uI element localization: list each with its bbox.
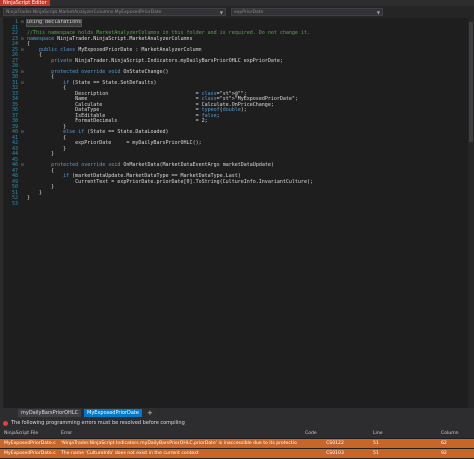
status-message: The following programming errors must be… xyxy=(11,420,185,426)
tab-mydailybarspriorohlc[interactable]: myDailyBarsPriorOHLC xyxy=(18,409,82,417)
chevron-down-icon: ▼ xyxy=(219,10,223,15)
error-list: NinjaScript File Error Code Line Column … xyxy=(0,429,474,459)
compile-status-bar: The following programming errors must be… xyxy=(0,418,474,429)
code-editor[interactable]: 1 ⊟ using declarations 21 22//This namespace… xyxy=(0,18,474,408)
error-message: The name 'CultureInfo' does not exist in… xyxy=(61,451,199,456)
error-column: 62 xyxy=(441,441,447,446)
tab-strip: myDailyBarsPriorOHLC MyExposedPriorDate … xyxy=(0,408,474,418)
error-line: 51 xyxy=(373,451,379,456)
column-header-error[interactable]: Error xyxy=(61,429,297,438)
column-header-file[interactable]: NinjaScript File xyxy=(4,429,56,438)
member-dropdown[interactable]: expPriorDate ▼ xyxy=(231,8,383,16)
vertical-scrollbar[interactable] xyxy=(468,18,474,408)
error-code: CS0103 xyxy=(326,451,344,456)
error-message: 'NinjaTrader.NinjaScript.Indicators.myDa… xyxy=(61,441,297,446)
navigation-bar: NinjaTrader.NinjaScript.MarketAnalyzerCo… xyxy=(0,6,474,18)
error-column: 92 xyxy=(441,451,447,456)
column-header-code[interactable]: Code xyxy=(305,429,365,438)
error-row[interactable]: MyExposedPriorDate.cs 'NinjaTrader.Ninja… xyxy=(0,438,474,448)
scrollbar-thumb[interactable] xyxy=(469,22,473,142)
error-list-header: NinjaScript File Error Code Line Column xyxy=(0,429,474,438)
code-line[interactable]: 53 xyxy=(0,200,468,208)
line-number: 53 xyxy=(11,200,18,207)
error-row[interactable]: MyExposedPriorDate.cs The name 'CultureI… xyxy=(0,448,474,458)
member-dropdown-label: expPriorDate xyxy=(234,10,264,15)
error-code: CS0122 xyxy=(326,441,344,446)
type-dropdown[interactable]: NinjaTrader.NinjaScript.MarketAnalyzerCo… xyxy=(3,8,226,16)
error-icon xyxy=(3,421,8,426)
column-header-column[interactable]: Column xyxy=(441,429,471,438)
error-file: MyExposedPriorDate.cs xyxy=(4,451,56,456)
add-tab-icon[interactable]: + xyxy=(144,409,156,417)
column-header-line[interactable]: Line xyxy=(373,429,433,438)
type-dropdown-label: NinjaTrader.NinjaScript.MarketAnalyzerCo… xyxy=(6,10,162,15)
error-line: 51 xyxy=(373,441,379,446)
error-file: MyExposedPriorDate.cs xyxy=(4,441,56,446)
chevron-down-icon: ▼ xyxy=(376,10,380,15)
tab-myexposedpriordate[interactable]: MyExposedPriorDate xyxy=(84,409,142,417)
